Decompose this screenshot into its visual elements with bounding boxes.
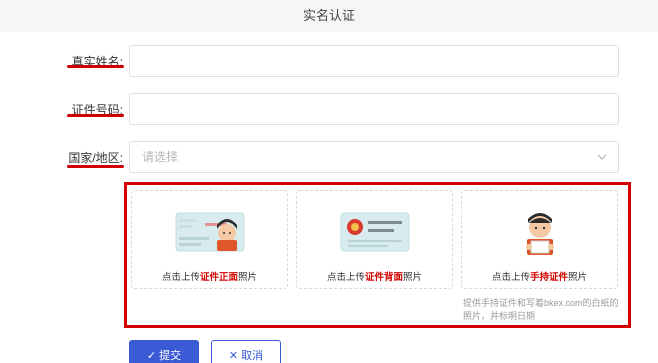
upload-front-caption: 点击上传证件正面照片 <box>161 272 258 283</box>
id-number-row: 证件号码: <box>0 93 658 127</box>
name-label: 真实姓名: <box>71 55 123 69</box>
id-card-back-icon <box>340 209 410 258</box>
cancel-button-label: 取消 <box>241 350 264 362</box>
page-header: 实名认证 <box>0 0 658 32</box>
upload-back-caption: 点击上传证件背面照片 <box>326 272 423 283</box>
handheld-hint-text: 提供手持证件和写着bkex.com的白纸的照片，并标明日期 <box>463 298 619 321</box>
hand-holding-id-icon <box>515 209 565 262</box>
page-title: 实名认证 <box>302 8 355 23</box>
id-number-label-underline <box>67 114 124 117</box>
upload-front-card[interactable]: 点击上传证件正面照片 <box>131 190 288 289</box>
submit-button[interactable]: ✓ 提交 <box>129 340 199 363</box>
id-number-label: 证件号码: <box>71 103 123 117</box>
upload-back-card[interactable]: 点击上传证件背面照片 <box>296 190 453 289</box>
id-number-field-wrapper <box>129 93 619 125</box>
region-row: 国家/地区: <box>0 141 658 175</box>
cancel-button[interactable]: ✕ 取消 <box>211 340 281 363</box>
check-icon: ✓ <box>146 350 157 362</box>
name-label-underline <box>67 65 124 68</box>
upload-handheld-card[interactable]: 点击上传手持证件照片 <box>461 190 618 289</box>
id-card-front-icon <box>175 209 245 258</box>
submit-button-label: 提交 <box>159 350 182 362</box>
id-number-input[interactable] <box>130 94 618 124</box>
name-input[interactable] <box>130 46 618 76</box>
name-row: 真实姓名: <box>0 45 658 79</box>
region-select-input[interactable] <box>130 142 618 172</box>
upload-handheld-caption: 点击上传手持证件照片 <box>491 272 588 283</box>
chevron-down-icon <box>597 154 607 160</box>
name-field-wrapper <box>129 45 619 77</box>
region-select[interactable] <box>129 141 619 173</box>
region-label: 国家/地区: <box>68 151 123 165</box>
close-icon: ✕ <box>228 350 239 362</box>
region-label-underline <box>67 165 124 168</box>
